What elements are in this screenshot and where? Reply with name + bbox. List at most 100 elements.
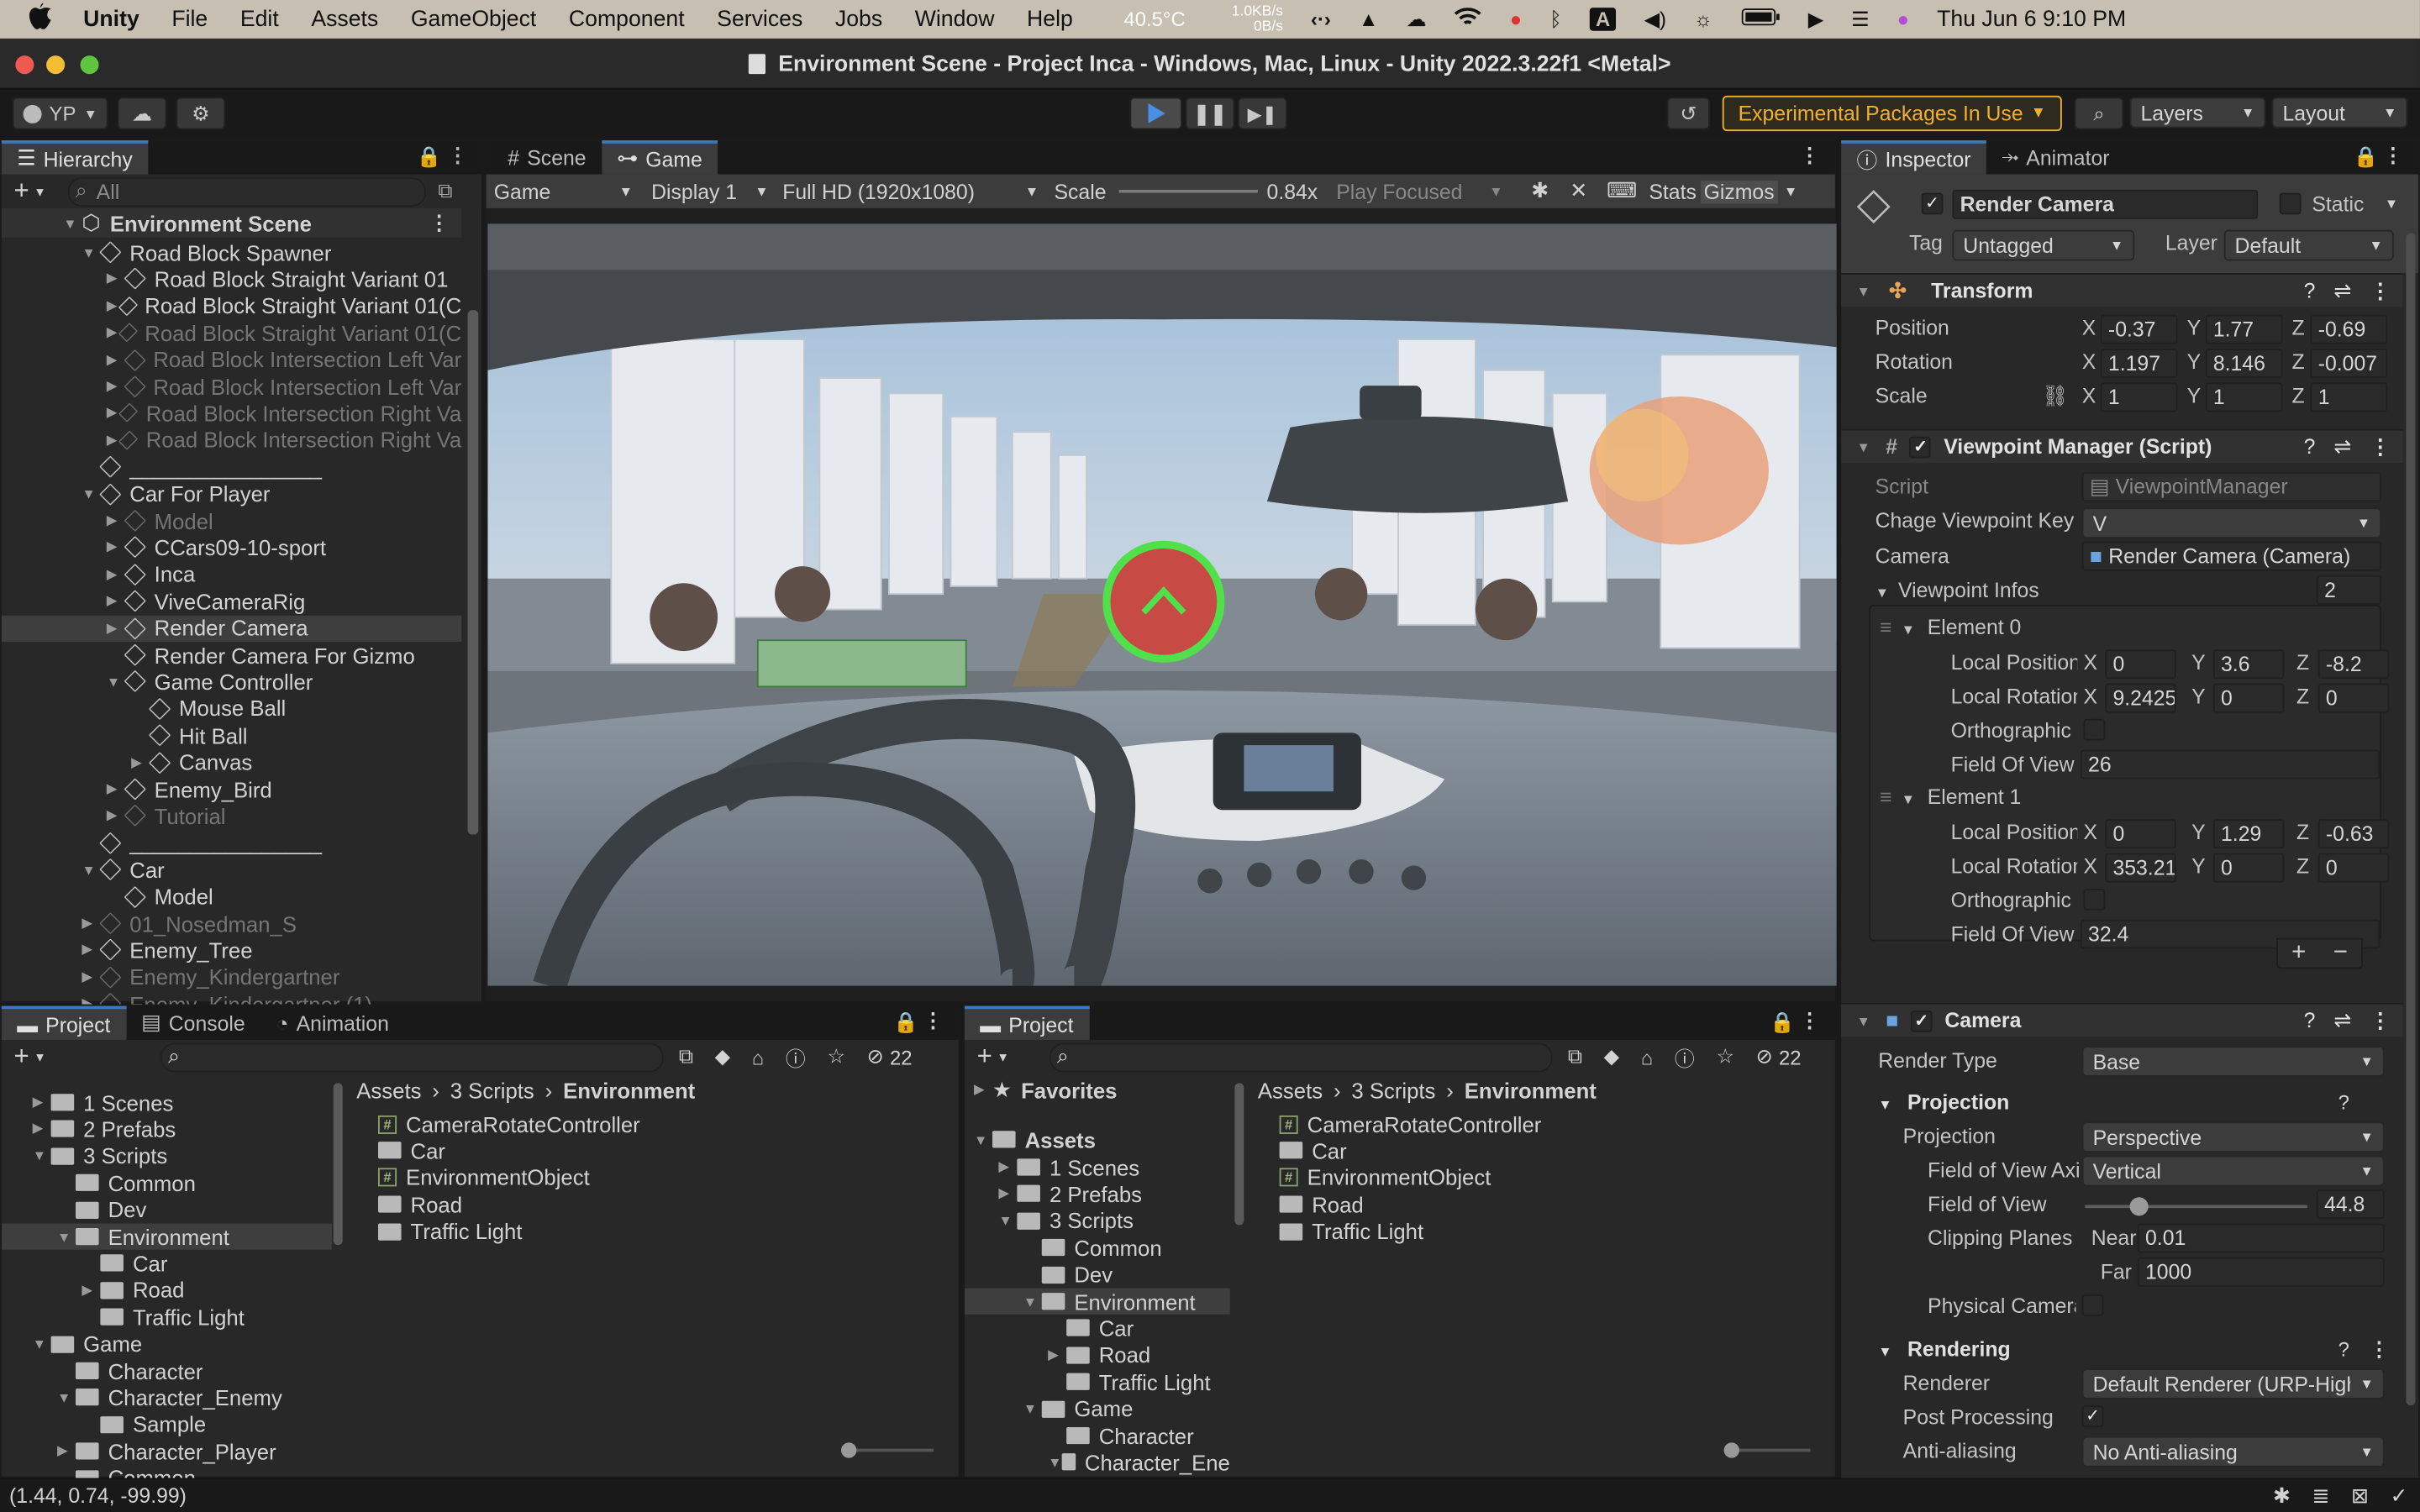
preset-icon[interactable]: ⇌: [2333, 434, 2351, 459]
camera-ref-field[interactable]: ■ Render Camera (Camera): [2081, 541, 2382, 571]
folder-tree-item[interactable]: Traffic Light: [965, 1368, 1230, 1394]
more-options-icon[interactable]: ⋮: [1800, 1009, 1820, 1033]
folder-tree-item[interactable]: ▼ Environment: [964, 1288, 1230, 1315]
project-right-tree-scrollbar[interactable]: [1234, 1083, 1244, 1226]
inspector-scrollbar[interactable]: [2406, 233, 2416, 1406]
hierarchy-item[interactable]: ▶ 01_Nosedman_S: [2, 911, 461, 937]
viewpoint-pz-field[interactable]: -0.63: [2317, 819, 2390, 849]
orthographic-checkbox[interactable]: [2083, 718, 2106, 741]
viewpoint-px-field[interactable]: 0: [2105, 649, 2176, 680]
expand-arrow-icon[interactable]: ▶: [998, 1185, 1017, 1202]
fov-field[interactable]: 44.8: [2316, 1189, 2385, 1219]
layout-dropdown[interactable]: Layout ▼: [2271, 97, 2408, 129]
fov-axis-dropdown[interactable]: Vertical ▼: [2081, 1155, 2385, 1187]
hierarchy-item[interactable]: ________________: [2, 454, 461, 480]
hierarchy-item[interactable]: ▶ ViveCameraRig: [2, 588, 461, 614]
favorite-star-icon[interactable]: ☆: [1716, 1044, 1733, 1068]
more-options-icon[interactable]: ⋮: [1800, 144, 1820, 168]
expand-arrow-icon[interactable]: ▼: [82, 244, 100, 260]
hierarchy-item[interactable]: ▶ Enemy_Kindergartner: [2, 964, 461, 990]
drag-handle-icon[interactable]: ≡: [1880, 616, 1891, 639]
transform-z-field[interactable]: -0.007: [2310, 349, 2388, 378]
folder-tree-item[interactable]: Common: [965, 1235, 1230, 1261]
expand-arrow-icon[interactable]: ▶: [131, 753, 150, 770]
hierarchy-item[interactable]: ▶ Inca: [2, 561, 461, 587]
project-file-item[interactable]: Road: [1279, 1191, 1364, 1217]
expand-arrow-icon[interactable]: ▶: [33, 1094, 51, 1110]
more-options-icon[interactable]: ⋮: [429, 211, 450, 235]
pause-button[interactable]: ❚❚: [1185, 97, 1235, 130]
folder-tree-item[interactable]: ▶ 2 Prefabs: [2, 1116, 332, 1142]
axis-label[interactable]: X: [2084, 821, 2098, 844]
icon-size-slider-thumb[interactable]: [1723, 1442, 1739, 1458]
expand-arrow-icon[interactable]: ▼: [63, 215, 82, 230]
folder-tree-item[interactable]: Common: [2, 1465, 332, 1478]
add-icon[interactable]: +: [977, 1042, 992, 1073]
debug-mode-icon[interactable]: ✱: [2273, 1483, 2291, 1508]
progress-icon[interactable]: ⊠: [2351, 1483, 2369, 1508]
keyboard-icon[interactable]: ⌨: [1598, 179, 1644, 203]
bug-icon[interactable]: ✱: [1522, 179, 1559, 203]
viewpoint-py-field[interactable]: 3.6: [2212, 649, 2285, 680]
expand-arrow-icon[interactable]: ▶: [82, 942, 100, 958]
expand-arrow-icon[interactable]: ▶: [107, 780, 125, 797]
expand-arrow-icon[interactable]: ▶: [82, 1282, 100, 1299]
folder-tree-item[interactable]: Sample: [2, 1411, 332, 1437]
folder-tree-item[interactable]: Traffic Light: [2, 1304, 332, 1330]
hierarchy-item[interactable]: ▼ Road Block Spawner: [2, 239, 461, 265]
folder-tree-item[interactable]: ▼ Character_Enemy: [2, 1384, 332, 1410]
more-options-icon[interactable]: ⋮: [2370, 279, 2391, 303]
expand-arrow-icon[interactable]: ▼: [82, 862, 100, 877]
expand-arrow-icon[interactable]: ▶: [107, 297, 120, 314]
axis-x-label[interactable]: X: [2082, 350, 2096, 374]
hierarchy-item[interactable]: ▼ Car For Player: [2, 480, 461, 507]
project-left-tree-scrollbar[interactable]: [333, 1083, 343, 1246]
expand-arrow-icon[interactable]: ▶: [998, 1158, 1017, 1175]
project-file-item[interactable]: Car: [377, 1137, 445, 1163]
hierarchy-item[interactable]: Hit Ball: [2, 722, 461, 748]
expand-arrow-icon[interactable]: ▼: [1023, 1294, 1042, 1309]
fov-slider-track[interactable]: [2085, 1197, 2307, 1216]
menu-help[interactable]: Help: [1027, 7, 1073, 31]
more-options-icon[interactable]: ⋮: [923, 1009, 943, 1033]
anti-aliasing-dropdown[interactable]: No Anti-aliasing ▼: [2081, 1436, 2385, 1467]
tab-animator[interactable]: ⤞ Animator: [1986, 140, 2125, 174]
help-icon[interactable]: ?: [2304, 279, 2316, 302]
tag-icon[interactable]: ⌂: [752, 1045, 764, 1068]
transform-x-field[interactable]: 1.197: [2100, 349, 2178, 378]
folder-tree-item[interactable]: ▼ Character_Ene: [965, 1449, 1230, 1475]
apple-icon[interactable]: [28, 3, 52, 36]
remove-element-button[interactable]: −: [2333, 940, 2348, 968]
drag-handle-icon[interactable]: ≡: [1880, 785, 1891, 809]
expand-arrow-icon[interactable]: ▶: [1048, 1347, 1066, 1363]
project-file-item[interactable]: # CameraRotateController: [377, 1110, 640, 1137]
hat-icon[interactable]: ▲: [1359, 8, 1379, 31]
folder-tree-item[interactable]: Car: [2, 1250, 332, 1276]
add-icon[interactable]: +: [14, 1042, 29, 1073]
account-button[interactable]: YP ▼: [12, 97, 108, 130]
layer-dropdown[interactable]: Default ▼: [2223, 229, 2394, 261]
component-enabled-checkbox[interactable]: ✓: [1909, 435, 1932, 458]
project-left-search[interactable]: ⌕: [160, 1042, 664, 1072]
menu-assets[interactable]: Assets: [311, 7, 378, 31]
game-mode-dropdown[interactable]: Game ▼: [487, 180, 641, 203]
axis-y-label[interactable]: Y: [2187, 317, 2202, 340]
step-button[interactable]: ▶❚: [1238, 97, 1287, 130]
viewpoint-rz-field[interactable]: 0: [2317, 853, 2390, 883]
axis-label[interactable]: Z: [2296, 685, 2309, 708]
chevron-down-icon[interactable]: ▼: [1784, 184, 1797, 199]
more-options-icon[interactable]: ⋮: [2383, 144, 2403, 168]
hierarchy-item[interactable]: ▶ Road Block Straight Variant 01: [2, 266, 461, 292]
more-options-icon[interactable]: ⋮: [2370, 1008, 2391, 1032]
more-options-icon[interactable]: ⋮: [448, 144, 468, 168]
expand-arrow-icon[interactable]: ▼: [33, 1148, 51, 1163]
wifi-icon[interactable]: [1455, 7, 1482, 31]
viewpoint-rx-field[interactable]: 353.21: [2105, 853, 2176, 883]
collab-settings-button[interactable]: ⚙: [176, 97, 226, 130]
orthographic-checkbox[interactable]: [2083, 888, 2106, 911]
project-file-item[interactable]: # EnvironmentObject: [1279, 1164, 1491, 1190]
cloud-icon[interactable]: ☁: [1407, 7, 1427, 31]
axis-label[interactable]: X: [2084, 855, 2098, 879]
transform-y-field[interactable]: 1.77: [2205, 314, 2283, 344]
add-element-button[interactable]: +: [2291, 940, 2306, 968]
